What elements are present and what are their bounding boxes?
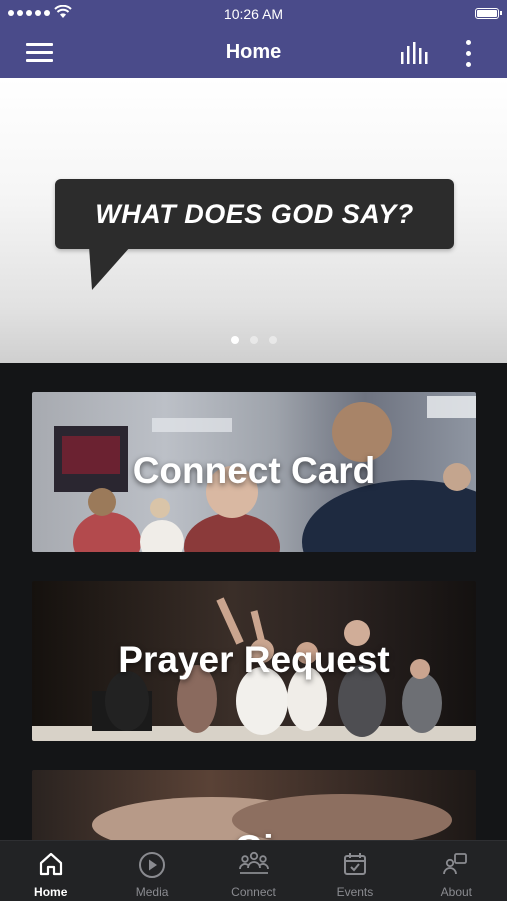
- page-dot-3[interactable]: [268, 336, 277, 344]
- prayer-request-tile[interactable]: Prayer Request: [32, 581, 476, 741]
- more-options-icon[interactable]: [460, 40, 476, 68]
- bottom-tab-bar: Home Media Connect Events About: [0, 840, 507, 901]
- tab-about-label: About: [440, 885, 472, 899]
- tab-events-label: Events: [336, 885, 374, 899]
- hero-banner[interactable]: WHAT DOES GOD SAY?: [0, 78, 507, 363]
- home-icon: [39, 852, 62, 876]
- status-bar: 10:26 AM: [0, 0, 507, 28]
- page-title: Home: [225, 41, 282, 63]
- about-icon: [443, 853, 468, 875]
- connect-card-label: Connect Card: [132, 450, 376, 491]
- hero-title: WHAT DOES GOD SAY?: [95, 199, 414, 229]
- tab-events[interactable]: Events: [304, 841, 405, 901]
- tab-media[interactable]: Media: [101, 841, 202, 901]
- calendar-icon: [343, 853, 366, 875]
- giving-tile[interactable]: Gi: [32, 770, 476, 845]
- status-time: 10:26 AM: [223, 6, 284, 22]
- tab-connect-label: Connect: [231, 885, 276, 899]
- play-icon: [139, 852, 166, 878]
- tab-home[interactable]: Home: [0, 841, 101, 901]
- people-icon: [238, 851, 269, 874]
- page-dot-2[interactable]: [249, 336, 258, 344]
- audio-bars-icon[interactable]: [400, 42, 430, 64]
- top-navigation-bar: Home: [0, 28, 507, 78]
- tab-home-label: Home: [34, 885, 68, 899]
- connect-card-tile[interactable]: Connect Card: [32, 392, 476, 552]
- prayer-request-label: Prayer Request: [118, 639, 390, 680]
- speech-bubble: WHAT DOES GOD SAY?: [55, 179, 454, 249]
- page-dot-1[interactable]: [230, 336, 239, 344]
- speech-bubble-tail: [89, 246, 131, 290]
- battery-icon: [475, 8, 502, 19]
- tab-media-label: Media: [135, 885, 169, 899]
- tab-about[interactable]: About: [406, 841, 507, 901]
- tab-connect[interactable]: Connect: [203, 841, 304, 901]
- page-indicator[interactable]: [0, 336, 507, 344]
